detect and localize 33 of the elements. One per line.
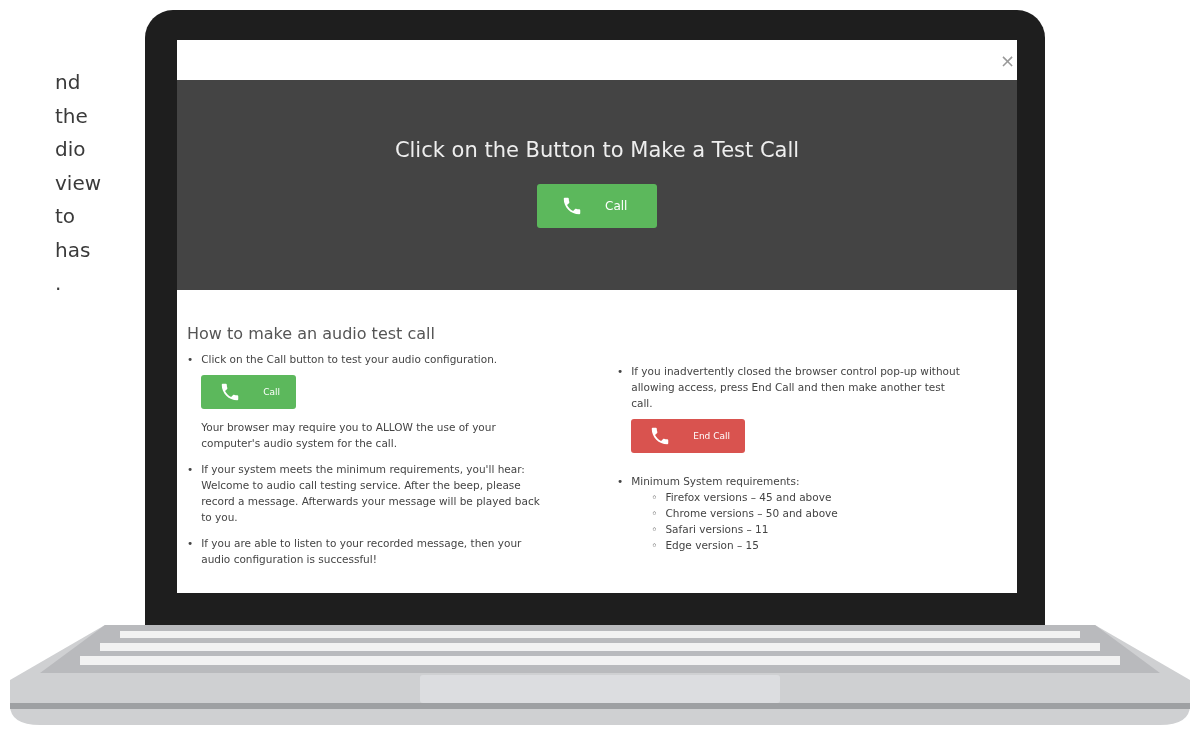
text-fragment: has bbox=[55, 236, 92, 264]
bullet: ◦ bbox=[651, 506, 658, 521]
phone-icon bbox=[561, 195, 583, 217]
bullet: • bbox=[187, 352, 194, 367]
text-fragment: to bbox=[55, 203, 77, 230]
close-button[interactable]: × bbox=[999, 49, 1017, 71]
end-call-button[interactable]: End Call bbox=[631, 419, 746, 453]
instruction-text: If you are able to listen to your recorded message, then your audio configuration is successful! bbox=[201, 536, 523, 567]
bullet: ◦ bbox=[651, 490, 658, 505]
requirement-text: Chrome versions – 50 and above bbox=[665, 506, 838, 521]
bullet: • bbox=[187, 536, 194, 551]
bullet: • bbox=[617, 474, 624, 489]
note-text: Your browser may require you to ALLOW the use of your computer's audio system for the call. bbox=[201, 420, 497, 451]
banner-title: Click on the Button to Make a Test Call bbox=[394, 138, 800, 162]
instruction-text: Click on the Call button to test your audio configuration. bbox=[201, 352, 499, 367]
call-button[interactable]: Call bbox=[537, 184, 657, 228]
text-fragment: dio bbox=[55, 136, 87, 163]
section-heading: How to make an audio test call bbox=[187, 324, 436, 343]
text-fragment: the bbox=[55, 102, 89, 130]
bullet: ◦ bbox=[651, 522, 658, 537]
instruction-text: Minimum System requirements: bbox=[631, 474, 801, 489]
requirement-text: Firefox versions – 45 and above bbox=[665, 490, 832, 505]
instruction-text: If your system meets the minimum requirements, you'll hear: Welcome to audio call testing service. After the beep, please record a message. Afterwards your message will be played back to you. bbox=[201, 462, 541, 525]
text-fragment: nd bbox=[55, 69, 82, 96]
bullet: • bbox=[187, 462, 194, 477]
requirement-text: Edge version – 15 bbox=[665, 538, 759, 553]
bullet: • bbox=[617, 364, 624, 379]
call-button[interactable]: Call bbox=[201, 375, 297, 409]
instruction-text: If you inadvertently closed the browser control pop-up without allowing access, press End Call and then make another test call. bbox=[631, 364, 961, 411]
text-fragment: . bbox=[55, 270, 63, 297]
bullet: ◦ bbox=[651, 538, 658, 553]
text-fragment: view bbox=[55, 169, 103, 197]
requirement-text: Safari versions – 11 bbox=[665, 522, 769, 537]
